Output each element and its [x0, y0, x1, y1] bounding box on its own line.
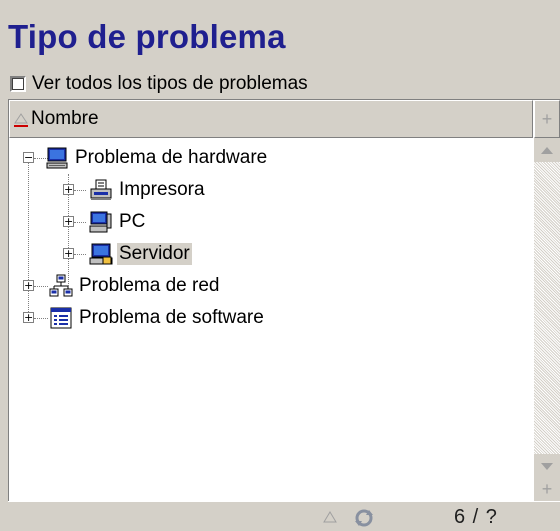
- problem-type-tree: Nombre + + − Problema de hardware + Impr…: [8, 99, 560, 531]
- sort-ascending-icon: [14, 113, 28, 127]
- column-header-label: Nombre: [31, 108, 99, 129]
- tree-node-software[interactable]: + Problema de software: [9, 302, 266, 334]
- expand-toggle[interactable]: +: [23, 312, 34, 323]
- record-count: 6 / ?: [454, 506, 498, 528]
- tree-node-red[interactable]: + Problema de red: [9, 270, 221, 302]
- tree-node-impresora[interactable]: + Impresora: [9, 174, 207, 206]
- expand-toggle[interactable]: +: [63, 216, 74, 227]
- status-bar: 6 / ?: [8, 501, 560, 531]
- server-icon: [89, 243, 113, 265]
- vertical-scrollbar[interactable]: [534, 138, 560, 501]
- add-column-button[interactable]: +: [534, 100, 560, 138]
- pc-icon: [89, 211, 112, 233]
- expand-toggle[interactable]: +: [23, 280, 34, 291]
- tree-node-label: PC: [119, 211, 146, 232]
- scroll-up-button[interactable]: [534, 138, 560, 162]
- show-all-types-option[interactable]: Ver todos los tipos de problemas: [10, 72, 308, 96]
- tree-node-servidor[interactable]: + Servidor: [9, 238, 192, 270]
- tree-node-hardware[interactable]: − Problema de hardware: [9, 142, 269, 174]
- refresh-icon[interactable]: [353, 507, 375, 529]
- column-header-nombre[interactable]: Nombre: [9, 100, 533, 138]
- tree-node-pc[interactable]: + PC: [9, 206, 147, 238]
- network-icon: [49, 274, 73, 297]
- printer-icon: [90, 179, 112, 200]
- computer-icon: [46, 147, 68, 169]
- expand-toggle[interactable]: +: [63, 184, 74, 195]
- arrow-down-icon: [541, 462, 553, 470]
- arrow-up-icon: [541, 146, 553, 154]
- scroll-down-button[interactable]: [534, 454, 560, 478]
- show-all-types-checkbox[interactable]: [10, 76, 26, 92]
- sort-indicator-icon[interactable]: [323, 511, 337, 523]
- tree-body: − Problema de hardware + Impresora + PC …: [9, 138, 533, 501]
- page-title: Tipo de problema: [8, 18, 286, 55]
- expand-toggle[interactable]: +: [63, 248, 74, 259]
- tree-node-label: Impresora: [119, 179, 205, 200]
- tree-node-label: Servidor: [117, 243, 192, 265]
- software-icon: [50, 307, 72, 329]
- show-all-types-label: Ver todos los tipos de problemas: [32, 73, 308, 94]
- scroll-add-button[interactable]: +: [534, 478, 560, 502]
- tree-node-label: Problema de red: [79, 275, 220, 296]
- collapse-toggle[interactable]: −: [23, 152, 34, 163]
- tree-node-label: Problema de hardware: [75, 147, 268, 168]
- tree-node-label: Problema de software: [79, 307, 264, 328]
